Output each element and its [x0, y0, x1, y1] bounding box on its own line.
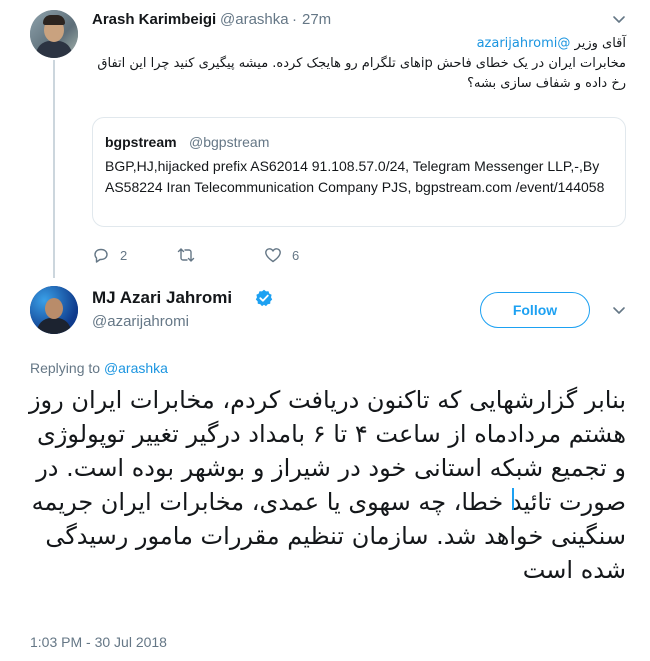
- separator-dot: ·: [292, 11, 297, 28]
- chevron-down-icon[interactable]: [612, 303, 626, 317]
- heart-icon: [265, 248, 281, 263]
- tweet-timestamp[interactable]: 1:03 PM - 30 Jul 2018: [30, 634, 167, 650]
- chevron-down-icon[interactable]: [612, 12, 626, 26]
- retweet-button[interactable]: [177, 245, 205, 265]
- like-button[interactable]: 6: [264, 245, 299, 265]
- reply-button[interactable]: 2: [92, 245, 127, 265]
- text-cursor: [512, 488, 514, 510]
- quoted-text: BGP,HJ,hijacked prefix AS62014 91.108.57…: [105, 158, 605, 195]
- tweet-time[interactable]: 27m: [302, 11, 331, 28]
- author-name[interactable]: Arash Karimbeigi: [92, 11, 216, 28]
- tweet-actions: 2 6: [92, 245, 392, 265]
- mention-link[interactable]: @azarijahromi: [477, 36, 571, 51]
- author-handle[interactable]: @arashka: [220, 11, 289, 28]
- tweet-text-body: مخابرات ایران در یک خطای فاحش ipهای تلگر…: [97, 56, 626, 91]
- avatar-arash[interactable]: [30, 10, 78, 58]
- retweet-icon: [177, 248, 195, 262]
- quoted-author-name: bgpstream: [105, 134, 177, 150]
- tweet-text: آقای وزیر @azarijahromi مخابرات ایران در…: [92, 34, 626, 94]
- avatar-azari[interactable]: [30, 286, 78, 334]
- main-tweet-text: بنابر گزارشهایی که تاکنون دریافت کردم، م…: [28, 386, 626, 584]
- like-count: 6: [292, 247, 300, 263]
- replying-to-link[interactable]: @arashka: [104, 360, 168, 376]
- reply-tweet: Arash Karimbeigi @arashka · 27m آقای وزی…: [0, 0, 650, 282]
- quoted-author-handle: @bgpstream: [189, 134, 270, 150]
- reply-count: 2: [120, 247, 128, 263]
- reply-icon: [94, 248, 108, 263]
- tweet-text-line1: آقای وزیر: [574, 36, 626, 51]
- replying-prefix: Replying to: [30, 360, 101, 376]
- quoted-tweet-card[interactable]: bgpstream @bgpstream BGP,HJ,hijacked pre…: [92, 117, 626, 227]
- author-handle[interactable]: @azarijahromi: [92, 313, 189, 330]
- follow-button[interactable]: Follow: [480, 292, 590, 328]
- verified-badge-icon: [255, 289, 273, 307]
- author-name[interactable]: MJ Azari Jahromi: [92, 288, 232, 308]
- replying-to: Replying to @arashka: [30, 360, 168, 376]
